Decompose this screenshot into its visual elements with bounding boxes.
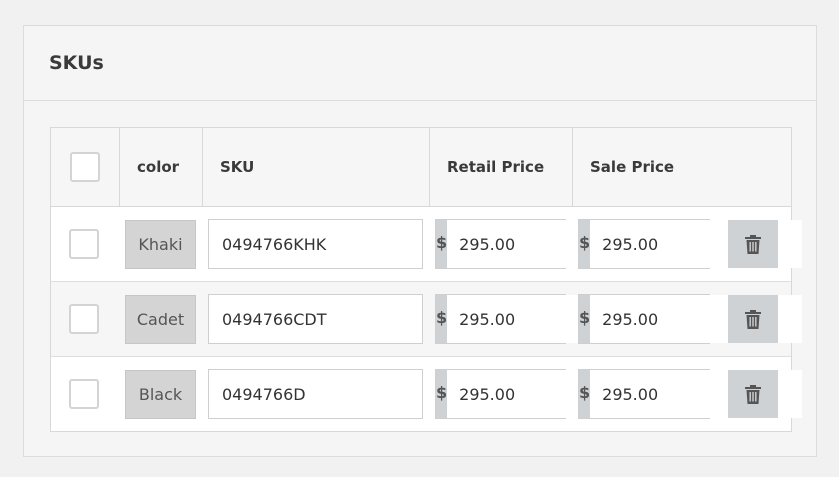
delete-row-button[interactable] [728,220,778,268]
color-chip: Black [125,370,196,419]
sku-input[interactable] [208,369,423,419]
table-row: Black $ $ [51,357,803,432]
retail-price-group: $ [435,219,660,269]
trash-icon [745,309,761,329]
currency-addon: $ [436,370,448,418]
delete-row-button[interactable] [728,370,778,418]
currency-addon: $ [579,220,591,268]
row-checkbox[interactable] [69,229,99,259]
header-color: color [120,128,203,206]
currency-addon: $ [579,370,591,418]
currency-addon: $ [436,295,448,343]
trash-icon [745,234,761,254]
header-sale-price: Sale Price [590,158,675,176]
trash-icon [745,384,761,404]
sku-table: color SKU Retail Price Sale Price Khaki … [50,127,803,432]
sku-input[interactable] [208,294,423,344]
delete-row-button[interactable] [728,295,778,343]
sale-price-group: $ [578,219,803,269]
table-row: Khaki $ $ [51,207,803,282]
row-checkbox[interactable] [69,379,99,409]
skus-panel: SKUs color SKU Retail Price Sale Price K… [23,25,817,457]
header-sku: SKU [203,128,430,206]
currency-addon: $ [579,295,591,343]
row-checkbox[interactable] [69,304,99,334]
sku-input[interactable] [208,219,423,269]
panel-title: SKUs [49,52,104,74]
panel-header: SKUs [24,26,816,101]
retail-price-group: $ [435,294,660,344]
retail-price-group: $ [435,369,660,419]
sale-price-group: $ [578,294,803,344]
sale-price-group: $ [578,369,803,419]
table-row: Cadet $ $ [51,282,803,357]
color-chip: Khaki [125,220,196,269]
color-chip: Cadet [125,295,196,344]
currency-addon: $ [436,220,448,268]
table-header: color SKU Retail Price Sale Price [51,128,791,207]
select-all-checkbox[interactable] [70,152,100,182]
header-select-all [51,128,120,206]
header-retail-price: Retail Price [430,128,573,206]
